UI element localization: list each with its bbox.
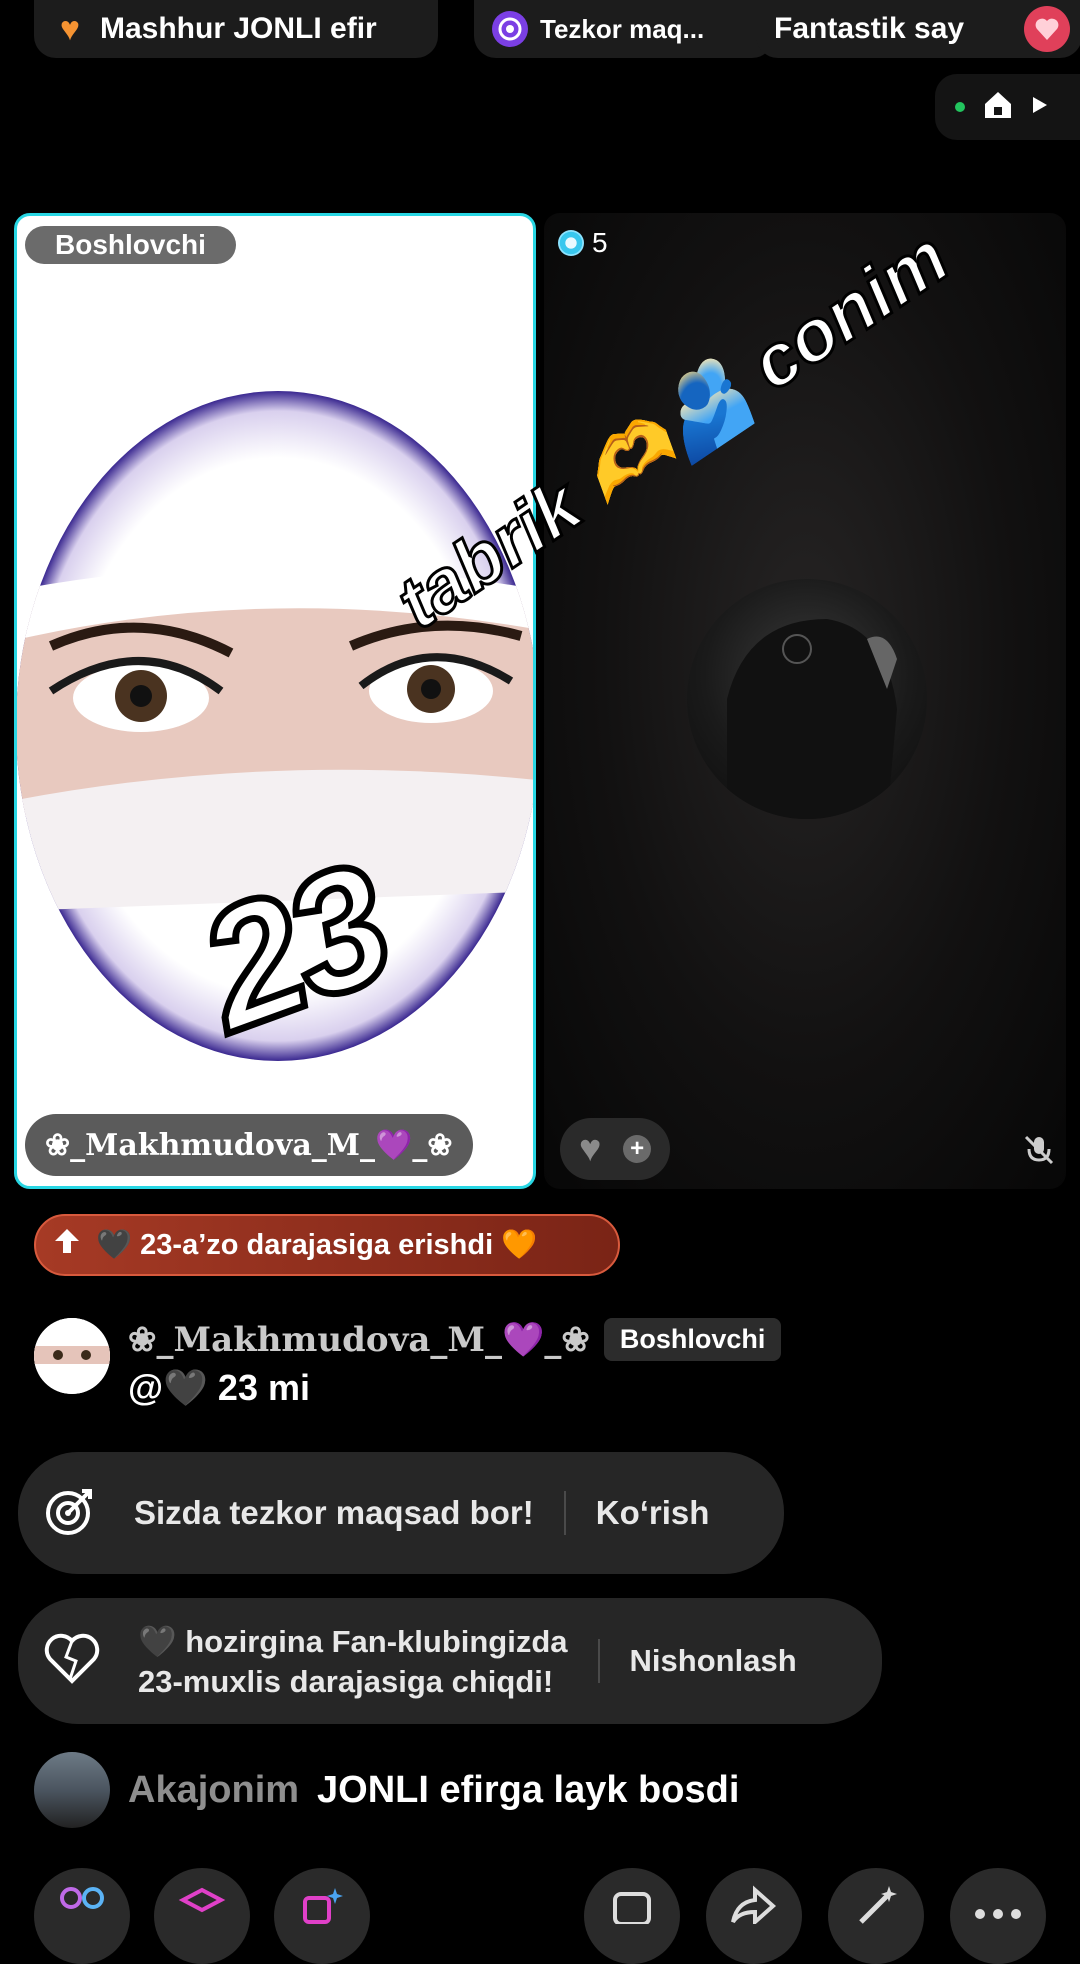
heart-outline-icon — [42, 1631, 102, 1692]
avatar[interactable] — [34, 1318, 110, 1394]
gamepad-icon — [607, 1884, 657, 1964]
magic-wand-icon — [851, 1884, 901, 1964]
gem-counter: 5 — [558, 227, 608, 259]
target-icon — [492, 11, 528, 47]
guest-avatar — [687, 579, 927, 819]
top-pill-label: Mashhur JONLI efir — [100, 12, 377, 45]
chat-username[interactable]: ❀_Makhmudova_M_💜_❀ — [128, 1320, 590, 1360]
box-icon — [177, 1884, 227, 1964]
divider — [563, 1491, 566, 1535]
host-role-badge: Boshlovchi — [25, 226, 236, 264]
like-username[interactable]: Akajonim — [128, 1769, 299, 1812]
box-button[interactable] — [154, 1868, 250, 1964]
games-button[interactable] — [584, 1868, 680, 1964]
fan-notice-line1: 🖤 hozirgina Fan-klubingizda — [138, 1623, 568, 1659]
gift-icon — [1024, 6, 1070, 52]
arrow-up-icon — [52, 1226, 82, 1264]
more-icon — [970, 1884, 1026, 1964]
level-up-banner: 🖤 23-a’zo darajasiga erishdi 🧡 — [34, 1214, 620, 1276]
muted-mic-icon[interactable] — [1022, 1133, 1056, 1172]
goal-notice-text: Sizda tezkor maqsad bor! — [134, 1494, 534, 1531]
magic-wand-button[interactable] — [828, 1868, 924, 1964]
target-icon — [42, 1483, 98, 1544]
share-button[interactable] — [706, 1868, 802, 1964]
gem-count-value: 5 — [592, 227, 608, 258]
stream-controls[interactable] — [935, 74, 1080, 140]
like-event: Akajonim JONLI efirga layk bosdi — [34, 1752, 739, 1828]
orange-heart-icon: ♥ — [59, 9, 81, 48]
gem-icon — [558, 230, 584, 256]
effects-button[interactable] — [274, 1868, 370, 1964]
like-text: JONLI efirga layk bosdi — [317, 1768, 740, 1811]
users-icon — [57, 1884, 107, 1964]
chat-message: ❀_Makhmudova_M_💜_❀ Boshlovchi @🖤 23 mi — [34, 1318, 782, 1409]
goal-notice[interactable]: Sizda tezkor maqsad bor! Ko‘rish — [18, 1452, 784, 1574]
avatar[interactable] — [34, 1752, 110, 1828]
chat-text: @🖤 23 mi — [128, 1367, 310, 1408]
celebrate-button[interactable]: Nishonlash — [630, 1643, 797, 1679]
top-pill-label: Tezkor maq... — [540, 13, 705, 44]
share-icon — [729, 1884, 779, 1964]
top-pill-label: Fantastik say — [774, 12, 965, 45]
heart-icon: ♥ — [578, 1127, 602, 1170]
sparkle-square-icon — [297, 1884, 347, 1964]
plus-icon[interactable]: + — [623, 1135, 652, 1163]
online-dot — [955, 102, 965, 112]
fan-notice-line2: 23-muxlis darajasiga chiqdi! — [138, 1663, 554, 1699]
host-name-pill[interactable]: ❀_Makhmudova_M_💜_❀ — [25, 1114, 473, 1176]
guest-like-bar[interactable]: ♥ + — [560, 1118, 670, 1180]
play-icon[interactable] — [1031, 95, 1049, 120]
top-pill-fantastic[interactable]: Fantastik say — [756, 0, 1080, 58]
top-pill-quick-goal[interactable]: Tezkor maq... — [474, 0, 774, 58]
fan-club-notice[interactable]: 🖤 hozirgina Fan-klubingizda 23-muxlis da… — [18, 1598, 882, 1724]
top-pill-popular-live[interactable]: ♥ Mashhur JONLI efir — [34, 0, 438, 58]
divider — [597, 1639, 600, 1683]
guests-button[interactable] — [34, 1868, 130, 1964]
home-icon[interactable] — [981, 88, 1015, 127]
view-goal-button[interactable]: Ko‘rish — [596, 1494, 710, 1532]
level-up-text: 🖤 23-a’zo darajasiga erishdi 🧡 — [96, 1229, 538, 1261]
chat-role-badge: Boshlovchi — [603, 1318, 782, 1361]
more-button[interactable] — [950, 1868, 1046, 1964]
